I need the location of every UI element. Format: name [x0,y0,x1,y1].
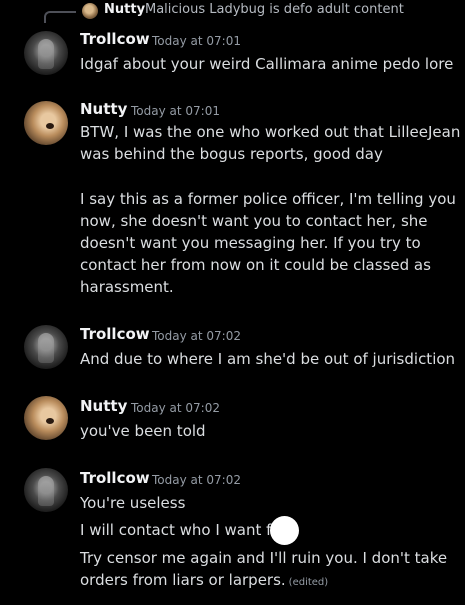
message-text: doesn't want you messaging her. If you t… [80,234,421,252]
author-name[interactable]: Nutty [80,397,127,415]
message-text: now, she doesn't want you to contact her… [80,212,428,230]
reply-reference[interactable]: Nutty Malicious Ladybug is defo adult co… [0,0,465,24]
message-text: was behind the bogus reports, good day [80,145,383,163]
reply-author-avatar[interactable] [82,3,98,19]
message-text: you've been told [80,422,206,440]
author-name[interactable]: Trollcow [80,469,150,487]
touch-indicator [270,516,299,545]
avatar[interactable] [24,396,68,440]
message-timestamp: Today at 07:01 [152,34,241,48]
message-text: Idgaf about your weird Callimara anime p… [80,55,454,73]
author-name[interactable]: Trollcow [80,325,150,343]
author-name[interactable]: Trollcow [80,30,150,48]
message-text: You're useless [80,494,186,512]
avatar[interactable] [24,468,68,512]
message-timestamp: Today at 07:02 [152,473,241,487]
message-text: contact her from now on it could be clas… [80,256,431,274]
reply-spine [44,11,76,23]
message-text: orders from liars or larpers. (edited) [80,571,328,589]
message-text: I say this as a former police officer, I… [80,190,456,208]
avatar[interactable] [24,325,68,369]
edited-label: (edited) [288,577,329,588]
message-text: And due to where I am she'd be out of ju… [80,350,456,368]
message-text: harassment. [80,278,174,296]
message-timestamp: Today at 07:02 [152,329,241,343]
author-name[interactable]: Nutty [80,100,127,118]
reply-preview-text[interactable]: Malicious Ladybug is defo adult content [145,2,404,17]
reply-author-name[interactable]: Nutty [104,2,145,17]
message-text: Try censor me again and I'll ruin you. I… [80,549,448,567]
message-timestamp: Today at 07:01 [131,104,220,118]
message-text: BTW, I was the one who worked out that L… [80,123,461,141]
avatar[interactable] [24,101,68,145]
message-text: I will contact who I want fa t [80,521,292,539]
message-text-content: orders from liars or larpers. [80,571,286,589]
message-timestamp: Today at 07:02 [131,401,220,415]
avatar[interactable] [24,31,68,75]
